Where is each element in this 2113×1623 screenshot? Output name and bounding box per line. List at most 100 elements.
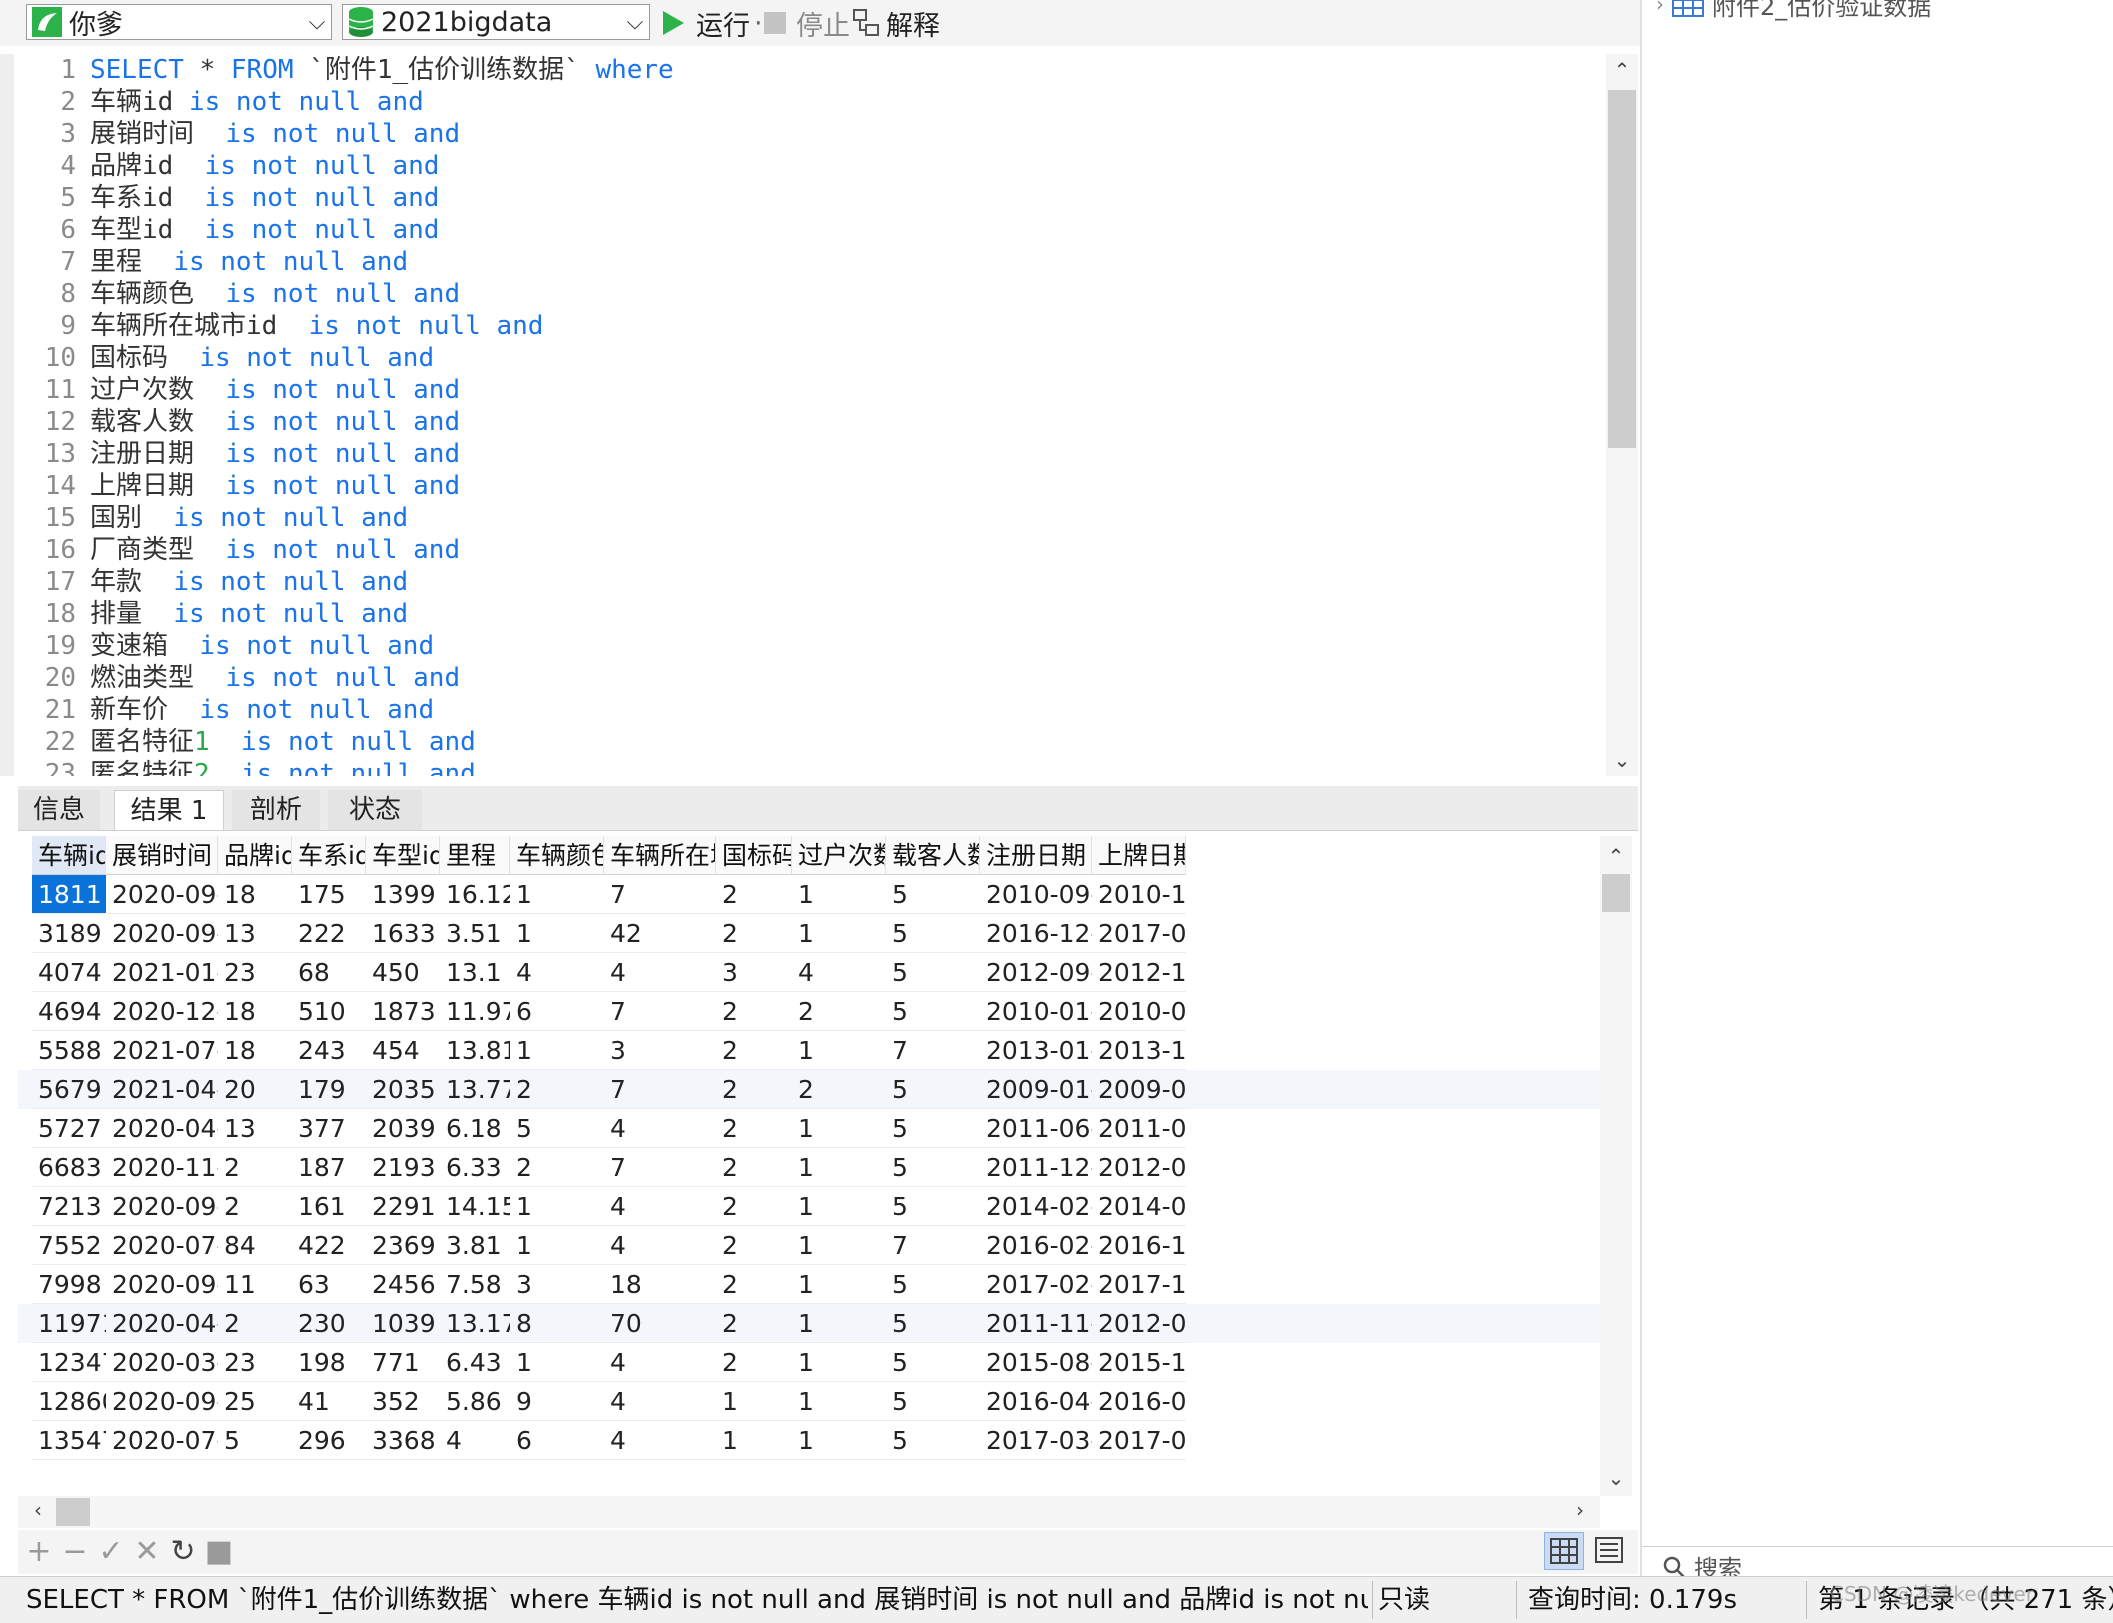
column-header[interactable]: 车辆id: [32, 836, 106, 875]
grid-cell[interactable]: 2: [792, 1070, 886, 1109]
grid-cell[interactable]: 2010-04-09: [1092, 992, 1186, 1031]
grid-cell[interactable]: 1: [792, 1031, 886, 1070]
grid-cell[interactable]: 1: [792, 1304, 886, 1343]
grid-cell[interactable]: 2039: [366, 1109, 440, 1148]
grid-cell[interactable]: 2017-02-01: [980, 1265, 1092, 1304]
grid-cell[interactable]: 2: [716, 914, 792, 953]
grid-cell[interactable]: 454: [366, 1031, 440, 1070]
grid-cell[interactable]: 2012-09-01: [980, 953, 1092, 992]
grid-cell[interactable]: 2020-09-24: [106, 1265, 218, 1304]
grid-cell[interactable]: 1873: [366, 992, 440, 1031]
grid-cell[interactable]: 1: [510, 1343, 604, 1382]
column-header[interactable]: 品牌id: [218, 836, 292, 875]
grid-cell[interactable]: 6: [510, 1421, 604, 1460]
grid-cell[interactable]: 7.58: [440, 1265, 510, 1304]
grid-cell[interactable]: 2011-11-01: [980, 1304, 1092, 1343]
grid-cell[interactable]: 2: [716, 1109, 792, 1148]
grid-horizontal-scrollbar[interactable]: [18, 1496, 1600, 1528]
grid-cell[interactable]: 2010-09-01: [980, 875, 1092, 914]
grid-cell[interactable]: 5: [886, 1187, 980, 1226]
grid-cell[interactable]: 5: [886, 992, 980, 1031]
grid-cell[interactable]: 2: [218, 1187, 292, 1226]
grid-cell[interactable]: 175: [292, 875, 366, 914]
grid-cell[interactable]: 41: [292, 1382, 366, 1421]
grid-cell[interactable]: 2017-11-27: [1092, 1265, 1186, 1304]
grid-cell[interactable]: 12347: [32, 1343, 106, 1382]
grid-cell[interactable]: 63: [292, 1265, 366, 1304]
grid-cell[interactable]: 13: [218, 914, 292, 953]
grid-cell[interactable]: 2035: [366, 1070, 440, 1109]
grid-cell[interactable]: 2020-04-12: [106, 1304, 218, 1343]
grid-cell[interactable]: 1811: [32, 875, 106, 914]
grid-cell[interactable]: 179: [292, 1070, 366, 1109]
grid-cell[interactable]: 6.18: [440, 1109, 510, 1148]
grid-cell[interactable]: 1: [792, 1226, 886, 1265]
grid-cell[interactable]: 1: [510, 1031, 604, 1070]
grid-cell[interactable]: 2020-12-01: [106, 992, 218, 1031]
grid-cell[interactable]: 6683: [32, 1148, 106, 1187]
grid-cell[interactable]: 1: [510, 875, 604, 914]
grid-cell[interactable]: 2012-01-06: [1092, 1304, 1186, 1343]
table-row[interactable]: 46942020-12-0118510187311.97672252010-01…: [18, 992, 1600, 1031]
grid-cell[interactable]: 5: [510, 1109, 604, 1148]
table-row[interactable]: 57272020-04-031337720396.18542152011-06-…: [18, 1109, 1600, 1148]
apply-icon[interactable]: ✓: [94, 1534, 128, 1569]
grid-cell[interactable]: 20: [218, 1070, 292, 1109]
grid-cell[interactable]: 2015-08-01: [980, 1343, 1092, 1382]
grid-cell[interactable]: 84: [218, 1226, 292, 1265]
grid-cell[interactable]: 2: [716, 1265, 792, 1304]
column-header[interactable]: 车辆所在城市id: [604, 836, 716, 875]
grid-cell[interactable]: 2: [716, 1031, 792, 1070]
grid-cell[interactable]: 2021-07-13: [106, 1031, 218, 1070]
column-header[interactable]: 里程: [440, 836, 510, 875]
grid-cell[interactable]: 1: [510, 1187, 604, 1226]
grid-cell[interactable]: 4: [604, 1109, 716, 1148]
grid-cell[interactable]: 11: [218, 1265, 292, 1304]
grid-cell[interactable]: 2020-03-18: [106, 1343, 218, 1382]
table-row[interactable]: ▶18112020-09-2018175139916.12172152010-0…: [18, 875, 1600, 914]
grid-cell[interactable]: 2020-09-26: [106, 1382, 218, 1421]
grid-cell[interactable]: 2016-12-01: [980, 914, 1092, 953]
grid-cell[interactable]: 13547: [32, 1421, 106, 1460]
database-select[interactable]: 2021bigdata ⌵: [342, 4, 650, 40]
grid-cell[interactable]: 2009-01-01: [980, 1070, 1092, 1109]
grid-cell[interactable]: 2: [510, 1148, 604, 1187]
grid-vertical-scrollbar[interactable]: [1600, 836, 1632, 1496]
grid-cell[interactable]: 2020-09-06: [106, 914, 218, 953]
grid-cell[interactable]: 1633: [366, 914, 440, 953]
editor-scroll-thumb[interactable]: [1608, 90, 1636, 448]
grid-cell[interactable]: 2017-03-01: [980, 1421, 1092, 1460]
grid-cell[interactable]: 7: [604, 1148, 716, 1187]
table-row[interactable]: 79982020-09-24116324567.583182152017-02-…: [18, 1265, 1600, 1304]
grid-cell[interactable]: 11.97: [440, 992, 510, 1031]
grid-cell[interactable]: 8: [510, 1304, 604, 1343]
grid-cell[interactable]: 2013-10-27: [1092, 1031, 1186, 1070]
grid-cell[interactable]: 2011-12-01: [980, 1148, 1092, 1187]
result-grid[interactable]: 车辆id展销时间品牌id车系id车型id里程车辆颜色车辆所在城市id国标码过户次…: [18, 836, 1600, 1464]
grid-cell[interactable]: 2: [716, 1148, 792, 1187]
grid-cell[interactable]: 2: [716, 875, 792, 914]
grid-cell[interactable]: 296: [292, 1421, 366, 1460]
grid-view-button[interactable]: [1544, 1532, 1584, 1570]
grid-cell[interactable]: 2016-04-01: [980, 1382, 1092, 1421]
grid-cell[interactable]: 198: [292, 1343, 366, 1382]
table-row[interactable]: 31892020-09-061322216333.511422152016-12…: [18, 914, 1600, 953]
grid-cell[interactable]: 13: [218, 1109, 292, 1148]
grid-cell[interactable]: 23: [218, 1343, 292, 1382]
column-header[interactable]: 国标码: [716, 836, 792, 875]
grid-cell[interactable]: 1: [716, 1421, 792, 1460]
grid-cell[interactable]: 5727: [32, 1109, 106, 1148]
grid-cell[interactable]: 2: [716, 1187, 792, 1226]
delete-icon[interactable]: −: [58, 1534, 92, 1569]
grid-cell[interactable]: 5: [886, 1343, 980, 1382]
grid-cell[interactable]: 6.33: [440, 1148, 510, 1187]
grid-cell[interactable]: 2015-12-14: [1092, 1343, 1186, 1382]
grid-cell[interactable]: 25: [218, 1382, 292, 1421]
grid-cell[interactable]: 2012-10-12: [1092, 953, 1186, 992]
grid-cell[interactable]: 2020-11-07: [106, 1148, 218, 1187]
grid-cell[interactable]: 2: [218, 1148, 292, 1187]
sql-editor[interactable]: 1 SELECT * FROM `附件1_估价训练数据` where 2 车辆id i…: [18, 54, 1598, 776]
column-header[interactable]: 车型id: [366, 836, 440, 875]
grid-cell[interactable]: 7213: [32, 1187, 106, 1226]
grid-cell[interactable]: 5: [886, 1421, 980, 1460]
